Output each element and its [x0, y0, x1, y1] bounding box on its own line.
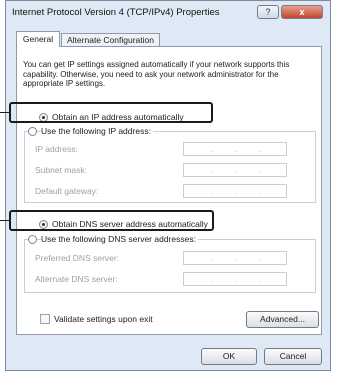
- window-title: Internet Protocol Version 4 (TCP/IPv4) P…: [12, 7, 220, 18]
- use-following-ip-radio[interactable]: [28, 127, 37, 136]
- subnet-mask-input: ...: [183, 163, 287, 177]
- intro-text: You can get IP settings assigned automat…: [23, 60, 290, 88]
- tab-general[interactable]: General: [16, 31, 60, 47]
- tab-alternate-configuration[interactable]: Alternate Configuration: [61, 33, 160, 47]
- default-gateway-label: Default gateway:: [35, 186, 99, 196]
- validate-settings-label: Validate settings upon exit: [54, 314, 153, 324]
- title-bar: Internet Protocol Version 4 (TCP/IPv4) P…: [6, 1, 330, 22]
- alternate-dns-label: Alternate DNS server:: [35, 274, 118, 284]
- subnet-mask-label: Subnet mask:: [35, 165, 87, 175]
- ip-address-input: ...: [183, 142, 287, 156]
- advanced-button[interactable]: Advanced...: [246, 311, 319, 328]
- ip-address-label: IP address:: [35, 144, 78, 154]
- help-button[interactable]: ?: [257, 5, 279, 19]
- callout-box-ip-auto: [9, 102, 213, 123]
- preferred-dns-label: Preferred DNS server:: [35, 253, 120, 263]
- preferred-dns-input: ...: [183, 251, 287, 265]
- use-following-ip-label: Use the following IP address:: [41, 126, 153, 136]
- general-tab-panel: You can get IP settings assigned automat…: [16, 46, 322, 335]
- close-button[interactable]: x: [281, 5, 323, 19]
- use-following-dns-label: Use the following DNS server addresses:: [41, 234, 198, 244]
- validate-settings-checkbox[interactable]: [40, 314, 50, 324]
- cancel-button[interactable]: Cancel: [264, 348, 322, 365]
- tcpip-properties-dialog: Internet Protocol Version 4 (TCP/IPv4) P…: [5, 0, 331, 371]
- use-following-dns-radio[interactable]: [28, 235, 37, 244]
- alternate-dns-input: ...: [183, 272, 287, 286]
- default-gateway-input: ...: [183, 184, 287, 198]
- ok-button[interactable]: OK: [201, 348, 257, 365]
- callout-box-dns-auto: [9, 210, 214, 231]
